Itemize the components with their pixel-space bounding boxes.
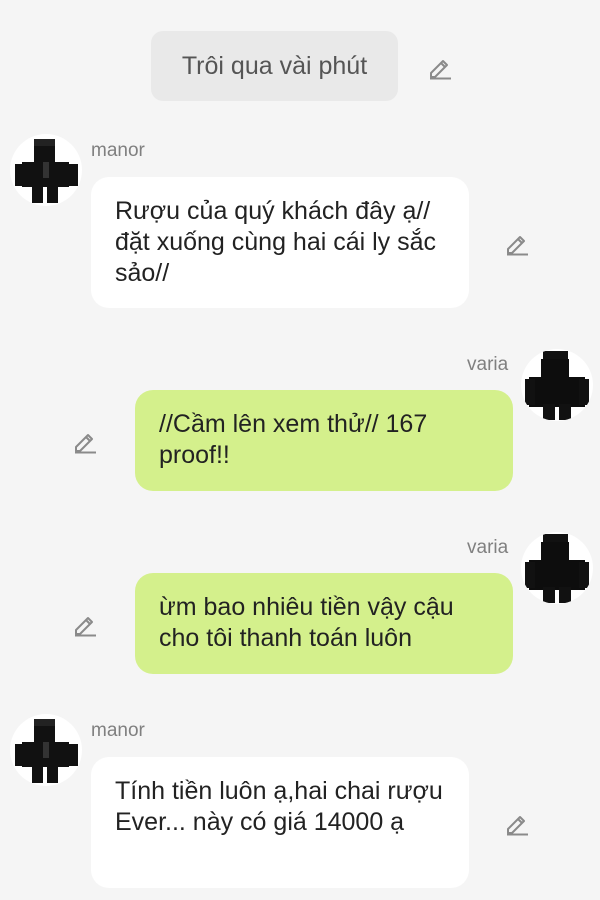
message-bubble[interactable]: Rượu của quý khách đây ạ// đặt xuống cùn…	[91, 177, 469, 308]
edit-message-pencil-icon[interactable]	[72, 611, 98, 637]
edit-message-pencil-icon[interactable]	[504, 230, 530, 256]
edit-narration-pencil-icon[interactable]	[427, 54, 453, 80]
sender-name: manor	[91, 720, 145, 741]
avatar-manor-icon[interactable]	[10, 134, 82, 206]
avatar-manor-icon[interactable]	[10, 714, 82, 786]
message-text: //Cầm lên xem thử// 167 proof!!	[159, 410, 428, 469]
message-bubble[interactable]: //Cầm lên xem thử// 167 proof!!	[135, 390, 513, 491]
message-text: ừm bao nhiêu tiền vậy cậu cho tôi thanh …	[159, 593, 454, 652]
narration-text: Trôi qua vài phút	[181, 52, 368, 80]
edit-message-pencil-icon[interactable]	[72, 428, 98, 454]
message-text: Tính tiền luôn ạ,hai chai rượu Ever... n…	[115, 777, 443, 836]
edit-message-pencil-icon[interactable]	[504, 810, 530, 836]
sender-name: manor	[91, 140, 145, 161]
sender-name: varia	[467, 354, 509, 375]
message-bubble[interactable]: ừm bao nhiêu tiền vậy cậu cho tôi thanh …	[135, 573, 513, 674]
message-text: Rượu của quý khách đây ạ// đặt xuống cùn…	[115, 197, 437, 287]
message-bubble[interactable]: Tính tiền luôn ạ,hai chai rượu Ever... n…	[91, 757, 469, 888]
sender-name: varia	[467, 537, 509, 558]
narration-chip[interactable]: Trôi qua vài phút	[151, 31, 398, 101]
chat-screen: Trôi qua vài phút manor Rượu của quý khá…	[0, 0, 600, 900]
avatar-varia-icon[interactable]	[521, 349, 593, 421]
avatar-varia-icon[interactable]	[521, 532, 593, 604]
